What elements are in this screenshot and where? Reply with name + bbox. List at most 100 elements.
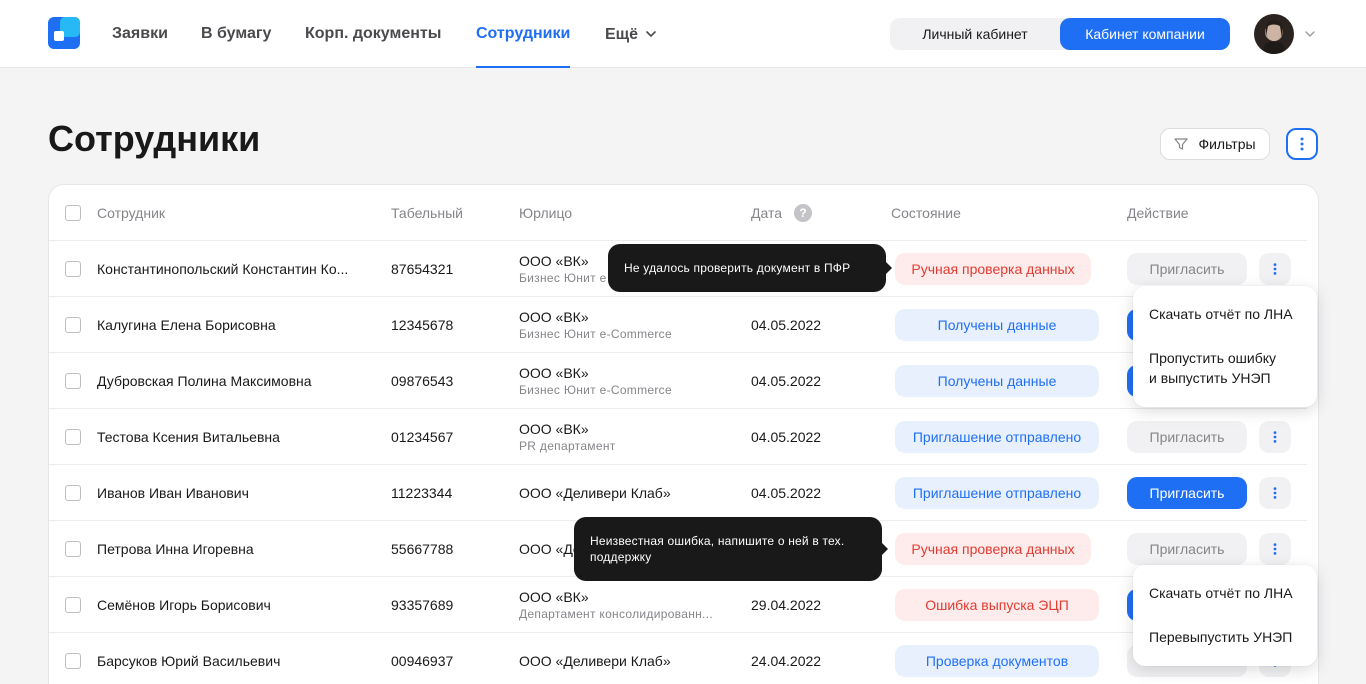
row-more-button[interactable] xyxy=(1259,253,1291,285)
org-unit: Бизнес Юнит e-Commerce xyxy=(519,327,672,341)
org-name: ООО «ВК» xyxy=(519,421,589,437)
employee-name[interactable]: Калугина Елена Борисовна xyxy=(97,297,369,353)
nav-item-more[interactable]: Ещё xyxy=(605,0,656,68)
date-cell: 24.04.2022 xyxy=(751,653,822,669)
row-checkbox[interactable] xyxy=(65,653,81,669)
header-tab-number[interactable]: Табельный xyxy=(391,185,463,241)
tab-number: 00946937 xyxy=(391,653,454,669)
org-cell: ООО «ВК» Бизнес Юнит e-Commerce xyxy=(519,297,731,353)
row-checkbox[interactable] xyxy=(65,429,81,445)
employee-name-text: Калугина Елена Борисовна xyxy=(97,317,276,333)
row-more-button[interactable] xyxy=(1259,421,1291,453)
chevron-down-icon xyxy=(646,31,656,38)
org-cell: ООО «Деливери Клаб» xyxy=(519,465,731,521)
employee-name[interactable]: Дубровская Полина Максимовна xyxy=(97,353,369,409)
page-title: Сотрудники xyxy=(48,118,261,159)
avatar[interactable] xyxy=(1254,14,1294,54)
menu-item-download-lna-report[interactable]: Скачать отчёт по ЛНА xyxy=(1149,583,1293,603)
row-more-button[interactable] xyxy=(1259,533,1291,565)
nav-item-corp-documents[interactable]: Корп. документы xyxy=(305,0,441,68)
header-state[interactable]: Состояние xyxy=(891,185,961,241)
header-date[interactable]: Дата ? xyxy=(751,185,813,241)
menu-item-skip-error-issue-unep[interactable]: Пропустить ошибку и выпустить УНЭП xyxy=(1149,348,1289,388)
table-row[interactable]: Дубровская Полина Максимовна 09876543 ООО … xyxy=(49,353,1307,409)
employee-name[interactable]: Константинопольский Константин Ко... xyxy=(97,241,369,297)
invite-button[interactable]: Пригласить xyxy=(1127,421,1247,453)
org-name: ООО «Де xyxy=(519,541,581,557)
employee-name[interactable]: Семёнов Игорь Борисович xyxy=(97,577,369,633)
row-checkbox[interactable] xyxy=(65,317,81,333)
row-actions-menu: Скачать отчёт по ЛНА Пропустить ошибку и … xyxy=(1133,286,1317,407)
row-checkbox[interactable] xyxy=(65,485,81,501)
employee-name[interactable]: Барсуков Юрий Васильевич xyxy=(97,633,369,684)
table-row[interactable]: Барсуков Юрий Васильевич 00946937 ООО «Дел… xyxy=(49,633,1307,684)
employee-name[interactable]: Иванов Иван Иванович xyxy=(97,465,369,521)
page-more-button[interactable] xyxy=(1286,128,1318,160)
personal-cabinet-tab[interactable]: Личный кабинет xyxy=(890,18,1060,50)
org-cell: ООО «ВК» PR департамент xyxy=(519,409,731,465)
employee-name-text: Иванов Иван Иванович xyxy=(97,485,249,501)
tooltip-pfr-error: Не удалось проверить документ в ПФР xyxy=(608,244,892,292)
employee-name[interactable]: Тестова Ксения Витальевна xyxy=(97,409,369,465)
filters-button[interactable]: Фильтры xyxy=(1160,128,1270,160)
employee-name[interactable]: Петрова Инна Игоревна xyxy=(97,521,369,577)
more-vertical-icon xyxy=(1300,137,1304,151)
tooltip-unknown-error: Неизвестная ошибка, напишите о ней в тех… xyxy=(574,517,888,581)
org-unit: PR департамент xyxy=(519,439,616,453)
status-badge: Приглашение отправлено xyxy=(895,421,1099,453)
row-checkbox[interactable] xyxy=(65,597,81,613)
table-row[interactable]: Калугина Елена Борисовна 12345678 ООО «ВК»… xyxy=(49,297,1307,353)
employee-name-text: Константинопольский Константин Ко... xyxy=(97,261,349,277)
status-badge: Ручная проверка данных xyxy=(895,253,1091,285)
cabinet-switch: Личный кабинет Кабинет компании xyxy=(890,18,1230,50)
status-badge: Приглашение отправлено xyxy=(895,477,1099,509)
org-cell: ООО «ВК» Бизнес Юнит e-Commerce xyxy=(519,353,731,409)
employee-name-text: Тестова Ксения Витальевна xyxy=(97,429,280,445)
header-employee[interactable]: Сотрудник xyxy=(97,185,369,241)
row-checkbox[interactable] xyxy=(65,373,81,389)
org-name: ООО «Деливери Клаб» xyxy=(519,485,671,501)
row-checkbox[interactable] xyxy=(65,261,81,277)
invite-button[interactable]: Пригласить xyxy=(1127,533,1247,565)
row-more-button[interactable] xyxy=(1259,477,1291,509)
employee-name-text: Дубровская Полина Максимовна xyxy=(97,373,312,389)
chevron-down-icon[interactable] xyxy=(1304,29,1316,39)
menu-item-download-lna-report[interactable]: Скачать отчёт по ЛНА xyxy=(1149,304,1293,324)
tab-number: 12345678 xyxy=(391,317,454,333)
table-header-row: Сотрудник Табельный Юрлицо Дата ? Состоя… xyxy=(49,185,1307,241)
org-unit: Бизнес Юнит e-Commerce xyxy=(519,383,672,397)
org-name: ООО «ВК» xyxy=(519,253,589,269)
invite-button[interactable]: Пригласить xyxy=(1127,253,1247,285)
more-vertical-icon xyxy=(1273,487,1277,499)
tab-number: 87654321 xyxy=(391,261,454,277)
filter-icon xyxy=(1174,138,1189,150)
logo-icon[interactable] xyxy=(48,17,80,49)
invite-button[interactable]: Пригласить xyxy=(1127,477,1247,509)
avatar-photo xyxy=(1263,20,1285,54)
org-name: ООО «Деливери Клаб» xyxy=(519,653,671,669)
date-cell: 29.04.2022 xyxy=(751,597,822,613)
nav-more-label: Ещё xyxy=(605,25,639,43)
header-date-label: Дата xyxy=(751,205,783,221)
help-icon[interactable]: ? xyxy=(794,204,813,222)
company-cabinet-tab[interactable]: Кабинет компании xyxy=(1060,18,1230,50)
status-badge: Проверка документов xyxy=(895,645,1099,677)
table-row[interactable]: Тестова Ксения Витальевна 01234567 ООО «ВК… xyxy=(49,409,1307,465)
tab-number: 09876543 xyxy=(391,373,454,389)
menu-item-reissue-unep[interactable]: Перевыпустить УНЭП xyxy=(1149,627,1292,647)
nav-item-employees[interactable]: Сотрудники xyxy=(476,0,571,68)
tab-number: 93357689 xyxy=(391,597,454,613)
status-badge: Получены данные xyxy=(895,309,1099,341)
table-row[interactable]: Иванов Иван Иванович 11223344 ООО «Деливер… xyxy=(49,465,1307,521)
org-cell: ООО «Деливери Клаб» xyxy=(519,633,731,684)
more-vertical-icon xyxy=(1273,263,1277,275)
date-cell: 04.05.2022 xyxy=(751,429,822,445)
status-badge: Ручная проверка данных xyxy=(895,533,1091,565)
table-row[interactable]: Семёнов Игорь Борисович 93357689 ООО «ВК» Д… xyxy=(49,577,1307,633)
org-name: ООО «ВК» xyxy=(519,365,589,381)
nav-item-requests[interactable]: Заявки xyxy=(112,0,168,68)
nav-item-to-paper[interactable]: В бумагу xyxy=(201,0,271,68)
select-all-checkbox[interactable] xyxy=(65,205,81,221)
header-org[interactable]: Юрлицо xyxy=(519,185,731,241)
row-checkbox[interactable] xyxy=(65,541,81,557)
